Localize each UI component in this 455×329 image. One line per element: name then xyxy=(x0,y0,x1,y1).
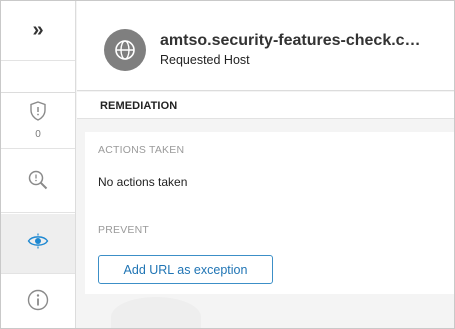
host-header: amtso.security-features-check.c… Request… xyxy=(77,1,454,91)
remediation-panel: ACTIONS TAKEN No actions taken PREVENT A… xyxy=(85,132,454,294)
rail-item-threat[interactable] xyxy=(1,214,75,274)
actions-taken-value: No actions taken xyxy=(98,175,188,189)
search-icon xyxy=(27,169,49,196)
actions-taken-label: ACTIONS TAKEN xyxy=(98,144,185,156)
remediation-header: REMEDIATION xyxy=(77,92,454,119)
prevent-label: PREVENT xyxy=(98,224,149,236)
remediation-title: REMEDIATION xyxy=(100,100,178,112)
rail-item-info[interactable] xyxy=(1,275,75,328)
background-shape xyxy=(111,297,201,328)
detail-window: » 0 amtso.security-features-check.c… Req… xyxy=(0,0,455,329)
left-rail: » 0 xyxy=(1,1,76,328)
rail-item-investigate[interactable] xyxy=(1,153,75,213)
expand-button[interactable]: » xyxy=(1,1,75,61)
host-subtitle: Requested Host xyxy=(160,53,250,67)
rail-item-alerts[interactable]: 0 xyxy=(1,93,75,149)
host-name: amtso.security-features-check.c… xyxy=(160,32,421,49)
add-url-exception-button[interactable]: Add URL as exception xyxy=(98,255,273,284)
globe-icon xyxy=(104,29,146,71)
shield-alert-icon xyxy=(29,101,47,126)
threat-eye-icon xyxy=(27,233,49,254)
info-icon xyxy=(27,289,49,316)
expand-icon: » xyxy=(32,19,44,41)
alert-count: 0 xyxy=(35,129,41,140)
